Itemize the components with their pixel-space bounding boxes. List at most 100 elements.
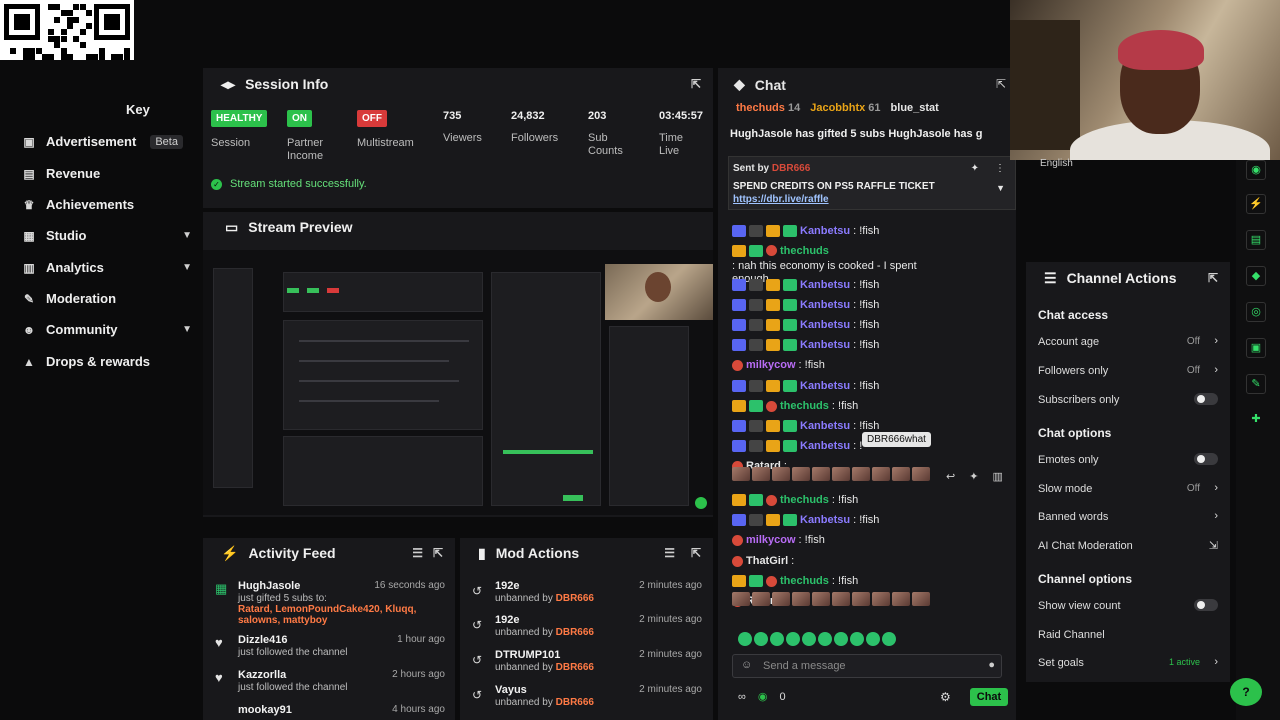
row-raid-channel[interactable]: Raid Channel bbox=[1038, 629, 1218, 641]
emote bbox=[738, 632, 752, 646]
nav-item-moderation[interactable]: ✎ Moderation bbox=[22, 291, 192, 306]
mod-target[interactable]: Vayus bbox=[495, 684, 527, 696]
wrench-icon[interactable]: ✎ bbox=[1246, 374, 1266, 394]
chat-text: : !fish bbox=[853, 299, 880, 311]
leader-item[interactable]: Jacobbhtx 61 bbox=[810, 102, 880, 114]
bolt-icon[interactable]: ⚡ bbox=[1246, 194, 1266, 214]
chat-username[interactable]: Kanbetsu bbox=[800, 339, 850, 351]
nav-item-label: Moderation bbox=[46, 291, 117, 306]
popout-icon[interactable]: ⇱ bbox=[691, 77, 701, 91]
preview-mark bbox=[299, 380, 459, 382]
points-icon[interactable]: ◉ bbox=[758, 690, 768, 703]
chat-username[interactable]: Kanbetsu bbox=[800, 299, 850, 311]
feed-time: 1 hour ago bbox=[397, 634, 445, 645]
chat-message[interactable]: Kanbetsu: !fish bbox=[732, 420, 1012, 432]
nav-item-advertisement[interactable]: ▣ Advertisement Beta bbox=[22, 134, 192, 149]
pinned-message[interactable]: Sent by DBR666 ✦ ⋮ ▼ SPEND CREDITS ON PS… bbox=[728, 156, 1016, 210]
view-count-toggle[interactable] bbox=[1194, 599, 1218, 611]
pinned-link[interactable]: https://dbr.live/raffle bbox=[733, 194, 829, 205]
chat-message[interactable]: Kanbetsu: !fish bbox=[732, 339, 1012, 351]
filter-icon[interactable]: ☰ bbox=[664, 546, 675, 560]
puzzle-icon[interactable]: ✚ bbox=[1246, 410, 1266, 430]
row-banned-words[interactable]: Banned words › bbox=[1038, 510, 1218, 523]
mod-time: 2 minutes ago bbox=[639, 580, 702, 591]
more-icon[interactable]: ⋮ bbox=[995, 163, 1005, 174]
feed-user[interactable]: mookay91 bbox=[238, 704, 292, 716]
camera-icon[interactable]: ◉ bbox=[1246, 160, 1266, 180]
nav-item-revenue[interactable]: ▤ Revenue bbox=[22, 166, 192, 181]
emote-picker-row[interactable] bbox=[738, 632, 896, 648]
chat-message[interactable]: thechuds: !fish bbox=[732, 400, 1012, 412]
popout-icon[interactable]: ⇱ bbox=[996, 77, 1006, 91]
feed-user[interactable]: Dizzle416 bbox=[238, 634, 288, 646]
leader-item[interactable]: blue_stat bbox=[891, 102, 939, 114]
row-ai-moderation[interactable]: AI Chat Moderation ⇲ bbox=[1038, 540, 1218, 552]
chat-message[interactable]: Kanbetsu: !fish bbox=[732, 380, 1012, 392]
chat-username[interactable]: thechuds bbox=[780, 494, 829, 506]
user-badge-icon bbox=[732, 420, 746, 432]
pin-icon[interactable]: ✦ bbox=[969, 470, 978, 483]
chat-message[interactable]: Kanbetsu: !fish bbox=[732, 514, 1012, 526]
chat-username[interactable]: Kanbetsu bbox=[800, 279, 850, 291]
chat-username[interactable]: milkycow bbox=[746, 359, 796, 371]
broadcast-icon[interactable]: ◎ bbox=[1246, 302, 1266, 322]
chevron-down-icon[interactable]: ▼ bbox=[996, 183, 1005, 193]
chat-username[interactable]: ThatGirl bbox=[746, 555, 788, 567]
chat-username[interactable]: milkycow bbox=[746, 534, 796, 546]
emote-icon[interactable]: ☺ bbox=[741, 659, 752, 671]
feed-user[interactable]: HughJasole bbox=[238, 580, 300, 592]
nav-item-achievements[interactable]: ♛ Achievements bbox=[22, 197, 192, 212]
settings-icon[interactable]: ● bbox=[988, 659, 995, 671]
chat-username[interactable]: Kanbetsu bbox=[800, 225, 850, 237]
feed-user[interactable]: Kazzorlla bbox=[238, 669, 286, 681]
nav-item-analytics[interactable]: ▥ Analytics ▼ bbox=[22, 260, 192, 275]
chat-username[interactable]: Kanbetsu bbox=[800, 319, 850, 331]
chat-input[interactable]: ☺ Send a message ● bbox=[732, 654, 1002, 678]
chat-username[interactable]: thechuds bbox=[780, 400, 829, 412]
chat-message[interactable]: thechuds: !fish bbox=[732, 494, 1012, 506]
popout-icon[interactable]: ⇱ bbox=[691, 546, 701, 560]
document-icon[interactable]: ▤ bbox=[1246, 230, 1266, 250]
chat-icon[interactable]: ◆ bbox=[1246, 266, 1266, 286]
infinity-icon[interactable]: ∞ bbox=[738, 691, 746, 703]
leader-item[interactable]: thechuds 14 bbox=[736, 102, 800, 114]
popout-icon[interactable]: ⇱ bbox=[433, 546, 443, 560]
help-icon[interactable]: ? bbox=[1230, 678, 1262, 706]
chat-username[interactable]: Kanbetsu bbox=[800, 514, 850, 526]
stream-preview-video[interactable] bbox=[203, 250, 713, 515]
chat-message[interactable]: Kanbetsu: !fish bbox=[732, 319, 1012, 331]
mod-target[interactable]: DTRUMP101 bbox=[495, 649, 560, 661]
chat-message[interactable]: milkycow: !fish bbox=[732, 534, 1012, 546]
row-followers-only[interactable]: Followers only Off › bbox=[1038, 364, 1218, 377]
mod-target[interactable]: 192e bbox=[495, 614, 519, 626]
chat-send-button[interactable]: Chat bbox=[970, 688, 1008, 706]
chat-message[interactable]: milkycow: !fish bbox=[732, 359, 1012, 371]
chat-username[interactable]: Kanbetsu bbox=[800, 440, 850, 452]
row-account-age[interactable]: Account age Off › bbox=[1038, 335, 1218, 348]
gear-icon[interactable]: ⚙ bbox=[940, 690, 951, 704]
row-slow-mode[interactable]: Slow mode Off › bbox=[1038, 482, 1218, 495]
emotes-only-toggle[interactable] bbox=[1194, 453, 1218, 465]
subscribers-only-toggle[interactable] bbox=[1194, 393, 1218, 405]
chat-message[interactable]: thechuds: !fish bbox=[732, 575, 1012, 587]
chat-message[interactable]: Kanbetsu: !fish bbox=[732, 299, 1012, 311]
chat-username[interactable]: thechuds bbox=[780, 245, 829, 257]
chat-message[interactable]: ThatGirl: bbox=[732, 555, 1012, 567]
filter-icon[interactable]: ☰ bbox=[412, 546, 423, 560]
delete-icon[interactable]: ▥ bbox=[992, 470, 1002, 483]
popout-icon[interactable]: ⇱ bbox=[1208, 271, 1218, 285]
nav-item-drops[interactable]: ▲ Drops & rewards bbox=[22, 354, 192, 369]
nav-item-community[interactable]: ☻ Community ▼ bbox=[22, 322, 192, 337]
mod-target[interactable]: 192e bbox=[495, 580, 519, 592]
chat-message[interactable]: Kanbetsu: !fish bbox=[732, 279, 1012, 291]
pin-icon[interactable]: ✦ bbox=[971, 163, 979, 174]
chat-username[interactable]: Kanbetsu bbox=[800, 380, 850, 392]
user-badge-icon bbox=[732, 245, 746, 257]
chat-message[interactable]: Kanbetsu: !fish bbox=[732, 225, 1012, 237]
chat-username[interactable]: Kanbetsu bbox=[800, 420, 850, 432]
chat-username[interactable]: thechuds bbox=[780, 575, 829, 587]
reply-icon[interactable]: ↩ bbox=[946, 470, 955, 483]
row-set-goals[interactable]: Set goals 1 active › bbox=[1038, 656, 1218, 669]
video-icon[interactable]: ▣ bbox=[1246, 338, 1266, 358]
nav-item-studio[interactable]: ▦ Studio ▼ bbox=[22, 228, 192, 243]
